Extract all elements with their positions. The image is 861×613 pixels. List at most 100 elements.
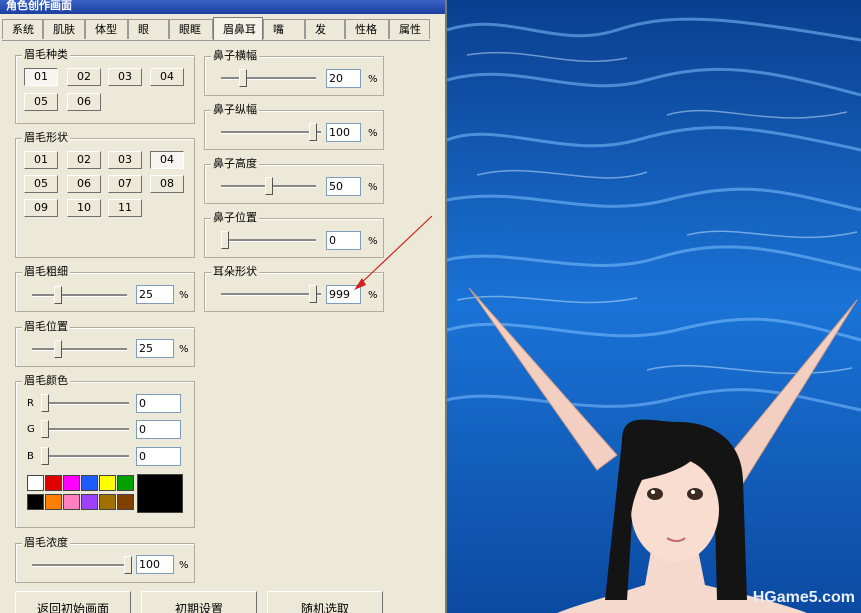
back-to-start-button[interactable]: 返回初始画面	[15, 591, 131, 613]
slider-thumb[interactable]	[309, 123, 317, 141]
eyebrow-position-label: 眉毛位置	[22, 320, 70, 334]
random-select-button[interactable]: 随机选取	[267, 591, 383, 613]
tab-eyes[interactable]: 眼	[128, 19, 169, 39]
slider-thumb[interactable]	[124, 556, 132, 574]
tab-eye-socket[interactable]: 眼眶	[169, 19, 213, 39]
eyebrow-position-slider[interactable]	[32, 339, 127, 359]
nose-position-label: 鼻子位置	[211, 211, 259, 225]
color-swatch[interactable]	[117, 494, 134, 510]
current-color-preview	[137, 474, 183, 513]
slider-thumb[interactable]	[265, 177, 273, 195]
nose-width-input[interactable]: 20	[326, 69, 361, 88]
tab-personality[interactable]: 性格	[345, 19, 389, 39]
tab-brow-nose-ear[interactable]: 眉鼻耳	[213, 17, 263, 41]
eyebrow-shape-label: 眉毛形状	[22, 131, 70, 145]
color-swatch[interactable]	[45, 475, 62, 491]
nose-length-label: 鼻子纵幅	[211, 103, 259, 117]
eyebrow-shape-11-button[interactable]: 11	[108, 199, 142, 217]
ear-shape-slider[interactable]	[221, 284, 321, 304]
slider-thumb[interactable]	[41, 420, 49, 438]
eyebrow-type-group: 眉毛种类 01 02 03 04 05 06	[15, 48, 195, 124]
eyebrow-density-group: 眉毛浓度 100 %	[15, 536, 195, 583]
color-swatch[interactable]	[63, 494, 80, 510]
nose-length-slider[interactable]	[221, 122, 321, 142]
eyebrow-type-05-button[interactable]: 05	[24, 93, 58, 111]
tab-body[interactable]: 体型	[85, 19, 128, 39]
slider-track	[221, 293, 321, 296]
tab-mouth[interactable]: 嘴	[263, 19, 305, 39]
eyebrow-thickness-group: 眉毛粗细 25 %	[15, 265, 195, 312]
color-swatch[interactable]	[81, 475, 98, 491]
eyebrow-position-group: 眉毛位置 25 %	[15, 320, 195, 367]
slider-thumb[interactable]	[54, 286, 62, 304]
color-swatch[interactable]	[27, 494, 44, 510]
slider-thumb[interactable]	[309, 285, 317, 303]
slider-thumb[interactable]	[239, 69, 247, 87]
tab-attributes[interactable]: 属性	[389, 19, 430, 39]
eyebrow-position-input[interactable]: 25	[136, 339, 174, 358]
tab-skin[interactable]: 肌肤	[43, 19, 85, 39]
eyebrow-thickness-input[interactable]: 25	[136, 285, 174, 304]
tab-hair[interactable]: 发	[305, 19, 345, 39]
initial-settings-button[interactable]: 初期设置	[141, 591, 257, 613]
blue-input[interactable]: 0	[136, 447, 181, 466]
green-slider[interactable]	[41, 419, 129, 439]
percent-unit: %	[179, 344, 189, 355]
eyebrow-type-04-button[interactable]: 04	[150, 68, 184, 86]
eyebrow-shape-02-button[interactable]: 02	[67, 151, 101, 169]
eyebrow-type-02-button[interactable]: 02	[67, 68, 101, 86]
color-swatch[interactable]	[117, 475, 134, 491]
eyebrow-type-01-button[interactable]: 01	[24, 68, 58, 86]
watermark: HGame5.com	[752, 589, 855, 606]
nose-height-label: 鼻子高度	[211, 157, 259, 171]
character-preview: HGame5.com	[447, 0, 861, 613]
slider-thumb[interactable]	[221, 231, 229, 249]
eyebrow-shape-06-button[interactable]: 06	[67, 175, 101, 193]
blue-slider[interactable]	[41, 446, 129, 466]
color-swatch[interactable]	[27, 475, 44, 491]
green-channel-label: G	[27, 424, 35, 435]
color-swatch[interactable]	[99, 494, 116, 510]
eyebrow-shape-09-button[interactable]: 09	[24, 199, 58, 217]
eyebrow-shape-04-button[interactable]: 04	[150, 151, 184, 169]
eyebrow-shape-01-button[interactable]: 01	[24, 151, 58, 169]
eyebrow-shape-10-button[interactable]: 10	[67, 199, 101, 217]
slider-track	[221, 239, 316, 242]
slider-thumb[interactable]	[41, 394, 49, 412]
slider-track	[32, 564, 132, 567]
nose-height-slider[interactable]	[221, 176, 316, 196]
eyebrow-shape-05-button[interactable]: 05	[24, 175, 58, 193]
eyebrow-type-03-button[interactable]: 03	[108, 68, 142, 86]
eyebrow-type-06-button[interactable]: 06	[67, 93, 101, 111]
slider-thumb[interactable]	[41, 447, 49, 465]
eyebrow-shape-03-button[interactable]: 03	[108, 151, 142, 169]
blue-channel-label: B	[27, 451, 34, 462]
nose-height-input[interactable]: 50	[326, 177, 361, 196]
eyebrow-shape-group: 眉毛形状 01 02 03 04 05 06 07 08 09 10 11	[15, 131, 195, 258]
percent-unit: %	[179, 560, 189, 571]
color-swatch[interactable]	[45, 494, 62, 510]
water-background	[447, 0, 861, 613]
eyebrow-shape-07-button[interactable]: 07	[108, 175, 142, 193]
character-creation-panel: 角色创作画面 系统 肌肤 体型 眼 眼眶 眉鼻耳 嘴 发 性格 属性 眉毛种类 …	[0, 0, 447, 613]
nose-position-slider[interactable]	[221, 230, 316, 250]
slider-thumb[interactable]	[54, 340, 62, 358]
nose-length-input[interactable]: 100	[326, 123, 361, 142]
color-swatch[interactable]	[99, 475, 116, 491]
nose-width-slider[interactable]	[221, 68, 316, 88]
color-swatch[interactable]	[81, 494, 98, 510]
red-input[interactable]: 0	[136, 394, 181, 413]
red-slider[interactable]	[41, 393, 129, 413]
slider-track	[41, 428, 129, 431]
green-input[interactable]: 0	[136, 420, 181, 439]
tab-system[interactable]: 系统	[2, 19, 43, 39]
color-swatch[interactable]	[63, 475, 80, 491]
eyebrow-shape-08-button[interactable]: 08	[150, 175, 184, 193]
eyebrow-thickness-label: 眉毛粗细	[22, 265, 70, 279]
nose-height-group: 鼻子高度 50 %	[204, 157, 384, 204]
eyebrow-density-slider[interactable]	[32, 555, 132, 575]
eyebrow-density-input[interactable]: 100	[136, 555, 174, 574]
eyebrow-color-label: 眉毛颜色	[22, 374, 70, 388]
eyebrow-thickness-slider[interactable]	[32, 285, 127, 305]
eyebrow-type-label: 眉毛种类	[22, 48, 70, 62]
